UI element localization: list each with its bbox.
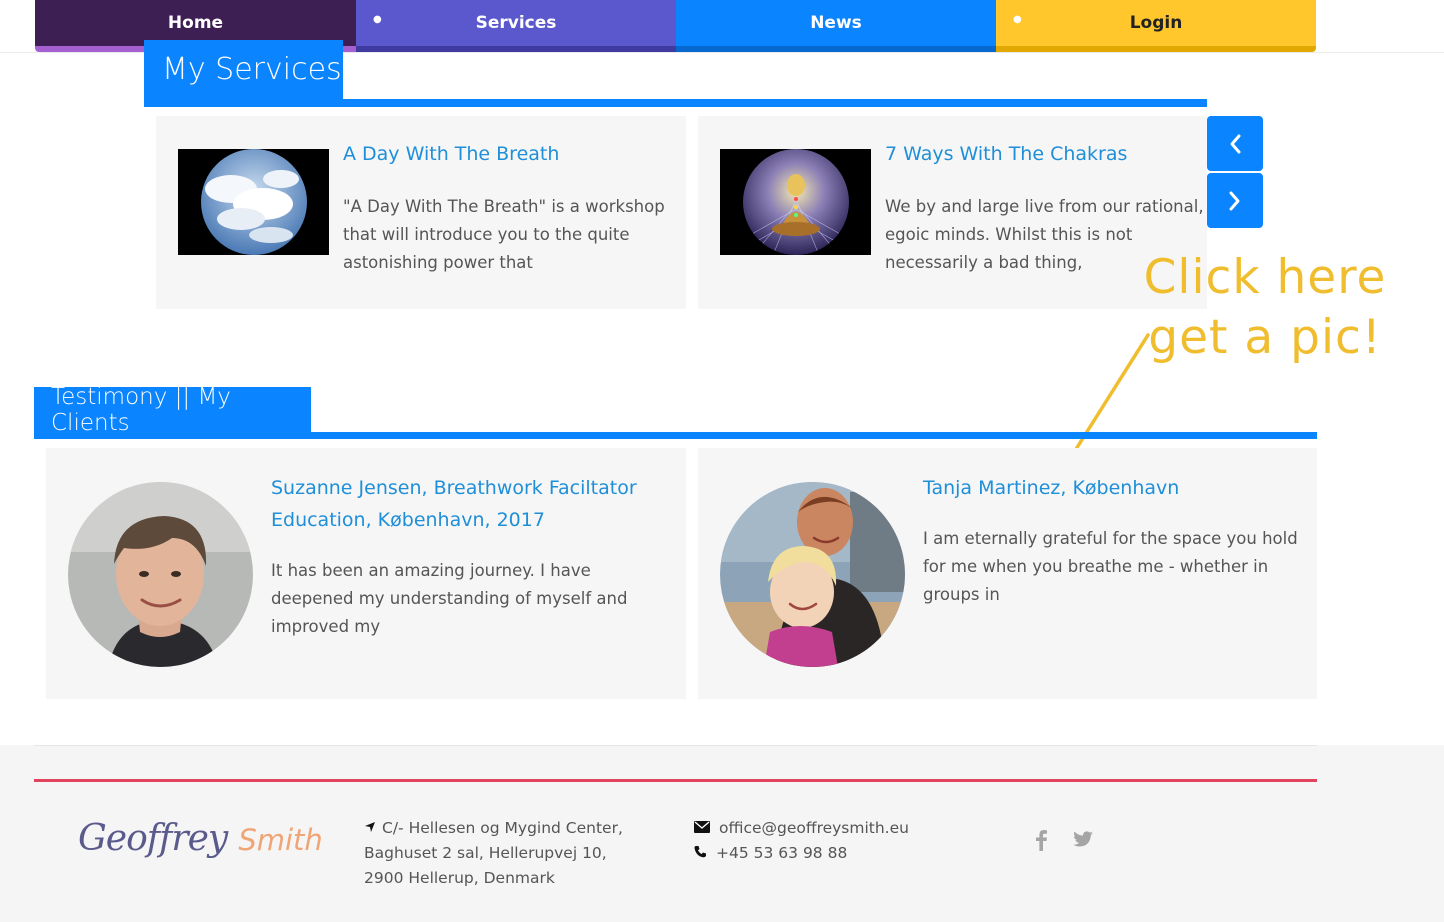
family-photo-image — [720, 482, 905, 667]
twitter-link[interactable] — [1073, 831, 1095, 849]
footer-accent-rule — [34, 779, 1317, 782]
testimony-card: Suzanne Jensen, Breathwork Faciltator Ed… — [46, 448, 686, 699]
chevron-left-icon — [1230, 134, 1241, 153]
bullet-icon: ● — [1013, 14, 1022, 25]
chevron-right-icon — [1229, 191, 1240, 210]
services-title-rule — [144, 99, 1207, 107]
testimony-card: Tanja Martinez, København I am eternally… — [698, 448, 1317, 699]
logo-first-name: Geoffrey — [78, 818, 228, 859]
testimony-title-text: Testimony || My Clients — [51, 383, 231, 436]
testimony-text: It has been an amazing journey. I have d… — [271, 561, 628, 636]
clouds-image — [200, 149, 307, 255]
carousel-next-button[interactable] — [1207, 173, 1263, 228]
testimony-title-rule — [34, 432, 1317, 439]
address-line-3: 2900 Hellerup, Denmark — [364, 869, 555, 887]
client-avatar[interactable] — [720, 482, 905, 667]
nav-news-label: News — [810, 13, 862, 33]
facebook-icon — [1036, 830, 1047, 851]
service-card[interactable]: A Day With The Breath "A Day With The Br… — [156, 116, 686, 309]
nav-news[interactable]: News — [676, 0, 996, 52]
nav-services-label: Services — [475, 13, 557, 33]
facebook-link[interactable] — [1034, 829, 1052, 851]
footer-contact: office@geoffreysmith.eu +45 53 63 98 88 — [694, 816, 954, 866]
service-description: "A Day With The Breath" is a workshop th… — [343, 197, 665, 272]
footer-top-divider — [34, 745, 1317, 746]
client-name-link[interactable]: Tanja Martinez, København — [923, 472, 1303, 504]
contact-email-link[interactable]: office@geoffreysmith.eu — [719, 819, 909, 837]
client-avatar[interactable] — [68, 482, 253, 667]
services-title-text: My Services — [162, 52, 342, 87]
phone-icon — [694, 841, 716, 866]
client-name-link[interactable]: Suzanne Jensen, Breathwork Faciltator Ed… — [271, 472, 676, 536]
services-title: My Services — [144, 40, 343, 99]
nav-login[interactable]: ● Login — [996, 0, 1316, 52]
carousel-prev-button[interactable] — [1207, 116, 1263, 171]
service-image-chakras[interactable] — [720, 149, 871, 255]
service-card[interactable]: 7 Ways With The Chakras We by and large … — [698, 116, 1207, 309]
address-line-2: Baghuset 2 sal, Hellerupvej 10, — [364, 844, 607, 862]
footer-address: C/- Hellesen og Mygind Center, Baghuset … — [364, 816, 654, 891]
footer-logo[interactable]: Geoffrey Smith — [78, 818, 323, 878]
nav-home-label: Home — [167, 13, 224, 33]
service-title-link[interactable]: A Day With The Breath — [343, 138, 673, 170]
service-title-link[interactable]: 7 Ways With The Chakras — [885, 138, 1195, 170]
contact-phone: +45 53 63 98 88 — [716, 844, 848, 862]
address-line-1: C/- Hellesen og Mygind Center, — [382, 819, 623, 837]
service-image-clouds[interactable] — [178, 149, 329, 255]
location-arrow-icon — [364, 816, 382, 841]
nav-login-label: Login — [1129, 13, 1183, 33]
bullet-icon: ● — [373, 14, 382, 25]
woman-portrait-image — [68, 482, 253, 667]
nav-services[interactable]: ● Services — [356, 0, 676, 52]
meditation-image — [742, 149, 849, 255]
annotation-line-2: get a pic! — [1148, 310, 1382, 365]
envelope-icon — [694, 816, 719, 841]
annotation-line-1: Click here — [1143, 250, 1387, 305]
testimony-title: Testimony || My Clients — [34, 384, 311, 436]
twitter-icon — [1073, 831, 1093, 847]
annotation-callout: Click here get a pic! — [1140, 248, 1390, 368]
testimony-text: I am eternally grateful for the space yo… — [923, 529, 1298, 604]
logo-last-name: Smith — [238, 823, 323, 857]
